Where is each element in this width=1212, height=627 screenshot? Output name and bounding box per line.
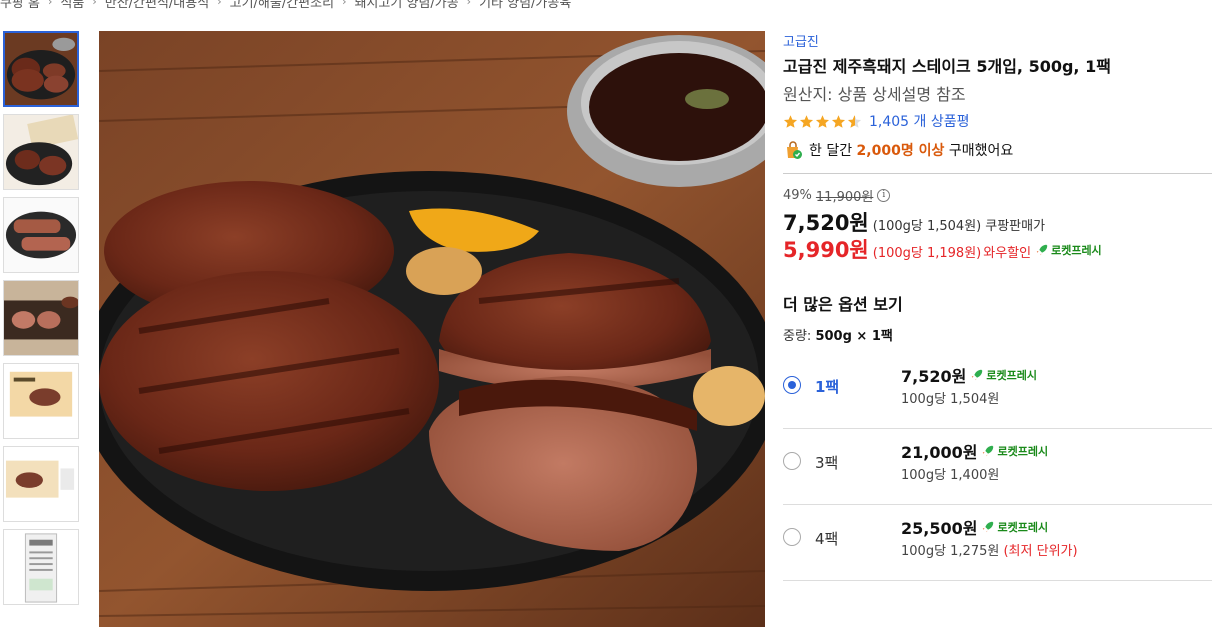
- thumbnail-7[interactable]: [3, 529, 79, 605]
- brand-link[interactable]: 고급진: [783, 31, 1212, 50]
- monthly-purchases: 한 달간 2,000명 이상 구매했어요: [783, 140, 1212, 160]
- rocket-fresh-badge: 로켓프레시: [981, 443, 1048, 459]
- star-icon: [799, 114, 814, 129]
- main-product-image[interactable]: [99, 31, 765, 627]
- option-3pack[interactable]: 3팩 21,000원 로켓프레시 100g당 1,400원: [783, 429, 1212, 505]
- steak-thumbnail-icon: [5, 33, 77, 105]
- discount-row: 49% 11,900원 i: [783, 187, 1212, 205]
- rocket-fresh-label: 로켓프레시: [997, 521, 1049, 534]
- option-label: 1팩: [815, 378, 840, 396]
- monthly-suffix: 구매했어요: [948, 143, 1014, 159]
- breadcrumb-item[interactable]: 쿠팡 홈: [0, 0, 40, 11]
- sale-label: 쿠팡판매가: [985, 219, 1046, 234]
- thumbnail-4[interactable]: [3, 280, 79, 356]
- rocket-fresh-badge: 로켓프레시: [981, 519, 1048, 535]
- lowest-unit-note: (최저 단위가): [1003, 544, 1078, 559]
- sale-price-row: 7,520원 (100g당 1,504원) 쿠팡판매가: [783, 207, 1212, 235]
- package-back-icon: [4, 530, 78, 604]
- rocket-icon: [983, 445, 994, 457]
- info-icon[interactable]: i: [877, 188, 891, 202]
- more-options-title: 더 많은 옵션 보기: [783, 295, 903, 314]
- thumbnail-list: [3, 31, 81, 612]
- wow-label: 와우할인: [983, 246, 1032, 261]
- option-label: 3팩: [815, 454, 839, 472]
- sale-price: 7,520원: [783, 211, 869, 235]
- rocket-fresh-label: 로켓프레시: [997, 445, 1049, 458]
- rocket-fresh-label: 로켓프레시: [1051, 244, 1102, 257]
- weight-label: 중량:: [783, 329, 812, 344]
- chevron-right-icon: ›: [92, 0, 97, 8]
- discount-percent: 49%: [783, 187, 812, 203]
- monthly-highlight: 2,000명 이상: [856, 143, 945, 159]
- rating-row[interactable]: 1,405 개 상품평: [783, 112, 1212, 130]
- option-1pack[interactable]: 1팩 7,520원 로켓프레시 100g당 1,504원: [783, 353, 1212, 429]
- option-price: 21,000원: [901, 443, 978, 462]
- star-icon: [783, 114, 798, 129]
- package-side-icon: [4, 447, 78, 521]
- original-price: 11,900원: [815, 189, 874, 205]
- divider: [783, 173, 1212, 174]
- sale-unit-price: (100g당 1,504원): [872, 219, 982, 234]
- monthly-prefix: 한 달간: [809, 143, 853, 159]
- breadcrumb-item[interactable]: 고기/해물/간편조리: [230, 0, 334, 11]
- rocket-fresh-badge: 로켓프레시: [1035, 242, 1102, 258]
- steak-photo-icon: [99, 31, 765, 627]
- sliced-steak-icon: [4, 198, 78, 272]
- wow-price: 5,990원: [783, 238, 869, 262]
- option-label: 4팩: [815, 530, 839, 548]
- wow-unit-price: (100g당 1,198원): [872, 246, 982, 261]
- breadcrumb: 쿠팡 홈 › 식품 › 반찬/간편식/대용식 › 고기/해물/간편조리 › 돼지고기 양…: [0, 0, 571, 11]
- package-front-icon: [4, 364, 78, 438]
- thumbnail-1[interactable]: [3, 31, 79, 107]
- breadcrumb-item[interactable]: 돼지고기 양념/가공: [354, 0, 458, 11]
- option-unit-price: 100g당 1,504원: [901, 392, 1000, 407]
- option-4pack[interactable]: 4팩 25,500원 로켓프레시 100g당 1,275원 (최저 단위가): [783, 505, 1212, 581]
- rocket-icon: [983, 521, 994, 533]
- thumbnail-2[interactable]: [3, 114, 79, 190]
- package-thumbnail-icon: [4, 115, 78, 189]
- breadcrumb-item[interactable]: 기타 양념/가공육: [479, 0, 571, 11]
- chevron-right-icon: ›: [342, 0, 347, 8]
- option-list: 1팩 7,520원 로켓프레시 100g당 1,504원 3팩 21,000원: [783, 353, 1212, 581]
- rocket-icon: [972, 369, 983, 381]
- weight-value: 500g × 1팩: [815, 329, 893, 344]
- option-price: 7,520원: [901, 367, 967, 386]
- product-title: 고급진 제주흑돼지 스테이크 5개입, 500g, 1팩: [783, 57, 1111, 76]
- shopping-bag-icon: [787, 141, 802, 159]
- chevron-right-icon: ›: [466, 0, 472, 8]
- radio-button[interactable]: [783, 376, 801, 394]
- breadcrumb-item[interactable]: 반찬/간편식/대용식: [105, 0, 209, 11]
- product-info: 고급진 고급진 제주흑돼지 스테이크 5개입, 500g, 1팩 원산지: 상품…: [783, 31, 1212, 581]
- wow-price-row: 5,990원 (100g당 1,198원) 와우할인 로켓프레시: [783, 234, 1212, 262]
- breadcrumb-item[interactable]: 식품: [60, 0, 84, 11]
- thumbnail-5[interactable]: [3, 363, 79, 439]
- star-icon: [831, 114, 846, 129]
- radio-button[interactable]: [783, 528, 801, 546]
- chevron-right-icon: ›: [217, 0, 222, 8]
- option-price: 25,500원: [901, 519, 978, 538]
- thumbnail-3[interactable]: [3, 197, 79, 273]
- rocket-icon: [1036, 244, 1048, 256]
- rocket-fresh-badge: 로켓프레시: [970, 367, 1037, 383]
- origin-text: 원산지: 상품 상세설명 참조: [783, 85, 966, 104]
- rocket-fresh-label: 로켓프레시: [986, 369, 1037, 382]
- weight-selection: 중량: 500g × 1팩: [783, 325, 1212, 344]
- cooking-steak-icon: [4, 281, 78, 355]
- star-half-icon: [847, 114, 862, 129]
- star-rating: [783, 114, 863, 129]
- option-unit-price: 100g당 1,275원: [901, 544, 1000, 559]
- thumbnail-6[interactable]: [3, 446, 79, 522]
- chevron-right-icon: ›: [48, 0, 53, 8]
- review-count-link[interactable]: 1,405 개 상품평: [869, 111, 970, 131]
- option-unit-price: 100g당 1,400원: [901, 468, 1000, 483]
- radio-button[interactable]: [783, 452, 801, 470]
- star-icon: [815, 114, 830, 129]
